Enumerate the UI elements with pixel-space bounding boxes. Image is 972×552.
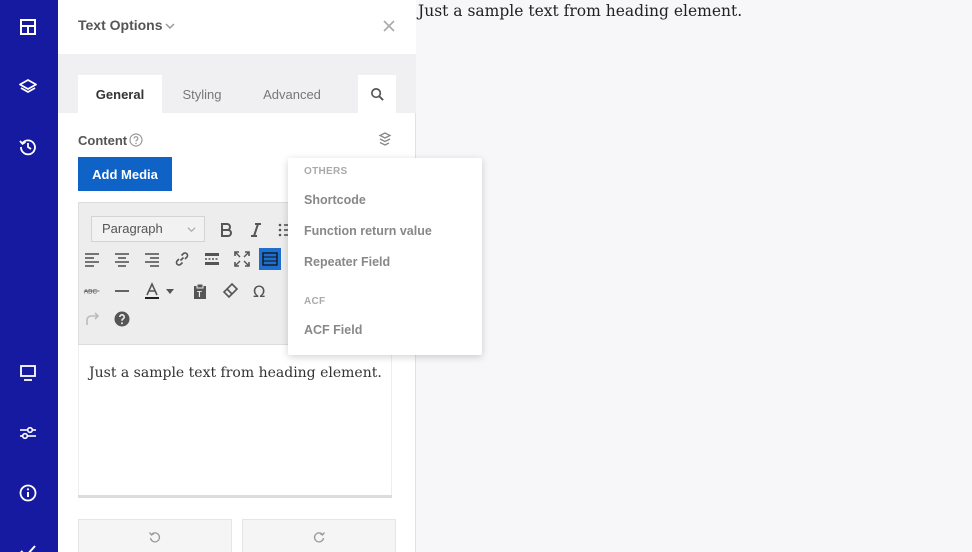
canvas-heading-text[interactable]: Just a sample text from heading element.	[418, 2, 742, 20]
add-media-button[interactable]: Add Media	[78, 157, 172, 191]
content-label: Content	[78, 133, 128, 148]
help-icon[interactable]	[129, 133, 143, 147]
link-icon[interactable]	[171, 248, 193, 270]
history-icon[interactable]	[17, 136, 39, 158]
editor-resize-bar[interactable]	[78, 495, 392, 498]
align-right-icon[interactable]	[141, 248, 163, 270]
dynamic-data-icon[interactable]	[377, 131, 393, 147]
strikethrough-icon[interactable]: ABC	[81, 280, 103, 302]
redo-button[interactable]	[242, 519, 396, 552]
fullscreen-icon[interactable]	[231, 248, 253, 270]
layout-icon[interactable]	[17, 16, 39, 38]
info-icon[interactable]	[17, 482, 39, 504]
toolbar-toggle-icon[interactable]	[259, 248, 281, 270]
tab-general[interactable]: General	[78, 75, 162, 113]
caret-down-icon[interactable]	[163, 280, 177, 302]
text-color-icon[interactable]	[141, 280, 163, 302]
special-character-icon[interactable]: Ω	[249, 280, 271, 302]
redo-icon	[313, 532, 326, 543]
sliders-icon[interactable]	[17, 422, 39, 444]
dropdown-group-label: ACF	[304, 296, 326, 307]
undo-button[interactable]	[78, 519, 232, 552]
search-icon	[370, 87, 384, 101]
tab-advanced[interactable]: Advanced	[248, 75, 336, 113]
check-icon[interactable]	[17, 540, 39, 552]
search-button[interactable]	[358, 75, 396, 113]
dropdown-item-repeater-field[interactable]: Repeater Field	[304, 255, 390, 269]
dropdown-group-label: OTHERS	[304, 166, 348, 177]
tab-styling[interactable]: Styling	[166, 75, 238, 113]
read-more-icon[interactable]	[201, 248, 223, 270]
desktop-icon[interactable]	[17, 362, 39, 384]
svg-text:Ω: Ω	[253, 282, 265, 300]
paragraph-select[interactable]: Paragraph	[91, 216, 205, 242]
layers-icon[interactable]	[17, 76, 39, 98]
svg-text:ABC: ABC	[84, 288, 98, 295]
dropdown-item-shortcode[interactable]: Shortcode	[304, 193, 366, 207]
panel-title[interactable]: Text Options	[78, 17, 163, 33]
svg-text:T: T	[197, 290, 202, 299]
italic-icon[interactable]	[245, 219, 267, 241]
clear-formatting-icon[interactable]	[219, 280, 241, 302]
redo-icon[interactable]	[81, 308, 103, 330]
left-toolbar	[0, 0, 58, 552]
editor-text[interactable]: Just a sample text from heading element.	[89, 365, 382, 381]
tabs-bar: General Styling Advanced	[58, 54, 416, 113]
editor-content-area[interactable]: Just a sample text from heading element.	[78, 345, 392, 496]
dynamic-data-dropdown: OTHERS Shortcode Function return value R…	[288, 158, 482, 355]
undo-icon	[148, 532, 161, 543]
dropdown-item-acf-field[interactable]: ACF Field	[304, 323, 362, 337]
align-left-icon[interactable]	[81, 248, 103, 270]
dropdown-item-function-return-value[interactable]: Function return value	[304, 224, 432, 238]
keyboard-help-icon[interactable]	[111, 308, 133, 330]
align-center-icon[interactable]	[111, 248, 133, 270]
panel-header: Text Options	[58, 0, 416, 54]
bold-icon[interactable]	[215, 219, 237, 241]
paragraph-select-value: Paragraph	[102, 221, 163, 236]
paste-text-icon[interactable]: T	[189, 280, 211, 302]
horizontal-line-icon[interactable]	[111, 280, 133, 302]
chevron-down-icon	[187, 227, 196, 233]
chevron-down-icon[interactable]	[164, 19, 176, 31]
close-icon[interactable]	[380, 17, 398, 35]
